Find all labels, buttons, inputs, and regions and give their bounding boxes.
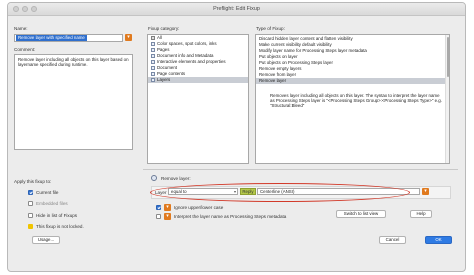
lock-icon	[28, 224, 33, 229]
category-label: Document info and Metadata	[157, 53, 214, 58]
interpret-checkbox[interactable]	[156, 214, 161, 219]
flame-icon[interactable]: ▾	[422, 188, 429, 195]
switch-list-view-button[interactable]: Switch to list view	[336, 210, 386, 218]
folder-icon	[151, 53, 155, 58]
category-label: All	[157, 35, 162, 40]
hide-in-list-label: Hide in list of Fixups	[36, 213, 78, 218]
folder-icon	[151, 35, 155, 40]
name-label: Name:	[14, 26, 28, 31]
type-label: Type of Fixup:	[256, 26, 285, 31]
name-field[interactable]: Remove layer with specified name	[14, 34, 123, 42]
fixup-type-label: Remove from layer	[259, 72, 297, 77]
hide-in-list-checkbox[interactable]	[28, 213, 33, 218]
embedded-files-label: Embedded files	[36, 201, 68, 206]
flame-icon[interactable]: ▾	[125, 34, 132, 41]
category-list[interactable]: All Color spaces, spot colors, inks Pages D…	[147, 34, 249, 164]
fixup-type-label: Put objects on Processing Steps layer	[259, 60, 333, 65]
fixup-type-label: Remove empty layers	[259, 66, 302, 71]
fixup-type-row[interactable]: Remove layer	[256, 78, 449, 84]
help-button[interactable]: Help	[410, 210, 432, 218]
comment-field[interactable]: Remove layer including all objects on th…	[14, 54, 133, 150]
category-label: Document	[157, 65, 178, 70]
fixup-type-label: Discard hidden layer content and flatten…	[259, 36, 353, 41]
folder-icon	[151, 41, 155, 46]
locked-status: This fixup is not locked.	[36, 224, 84, 229]
interpret-label: Interpret the layer name as Processing S…	[174, 214, 287, 219]
remove-layer-label: Remove layer:	[161, 176, 191, 181]
category-label: Pages	[157, 47, 170, 52]
flame-icon[interactable]: ▾	[164, 204, 171, 211]
folder-icon	[151, 65, 155, 70]
category-label: Fixup category:	[148, 26, 180, 31]
folder-icon	[151, 59, 155, 64]
category-label: Page contents	[157, 71, 186, 76]
fixup-type-label: Modify layer name for Processing Steps l…	[259, 48, 367, 53]
title-bar: Preflight: Edit Fixup	[8, 3, 465, 16]
ignore-case-label: Ignore upper/lower case	[174, 205, 224, 210]
flame-icon[interactable]: ▾	[164, 213, 171, 220]
folder-icon	[151, 47, 155, 52]
fixup-icon	[151, 175, 157, 181]
folder-icon	[151, 77, 155, 82]
fixup-description: Removes layer including all objects on t…	[270, 93, 442, 109]
usage-button[interactable]: Usage...	[32, 236, 60, 244]
fixup-type-label: Put objects on layer	[259, 54, 298, 59]
cancel-button[interactable]: Cancel	[379, 236, 406, 244]
category-label: Color spaces, spot colors, inks	[157, 41, 217, 46]
ignore-case-checkbox[interactable]	[156, 205, 161, 210]
type-list-scrollbar[interactable]	[445, 35, 449, 163]
name-value: Remove layer with specified name	[16, 35, 87, 41]
embedded-files-checkbox[interactable]	[28, 201, 33, 206]
preflight-dialog: Preflight: Edit Fixup Name: Remove layer…	[7, 2, 466, 272]
category-row[interactable]: Layers	[148, 77, 248, 83]
category-label: Layers	[157, 77, 171, 82]
folder-icon	[151, 71, 155, 76]
fixup-type-label: Make current visibility default visibili…	[259, 42, 332, 47]
current-file-checkbox[interactable]	[28, 190, 33, 195]
divider	[143, 169, 458, 170]
ok-button[interactable]: OK	[425, 236, 452, 244]
comment-label: Comment:	[14, 47, 36, 52]
apply-label: Apply this fixup to:	[14, 179, 52, 184]
category-label: Interactive elements and properties	[157, 59, 226, 64]
current-file-label: Current file	[36, 190, 59, 195]
fixup-type-label: Remove layer	[259, 78, 287, 83]
window-title: Preflight: Edit Fixup	[213, 6, 260, 12]
scrollbar-thumb[interactable]	[446, 37, 449, 77]
highlight-ellipse	[150, 183, 410, 202]
